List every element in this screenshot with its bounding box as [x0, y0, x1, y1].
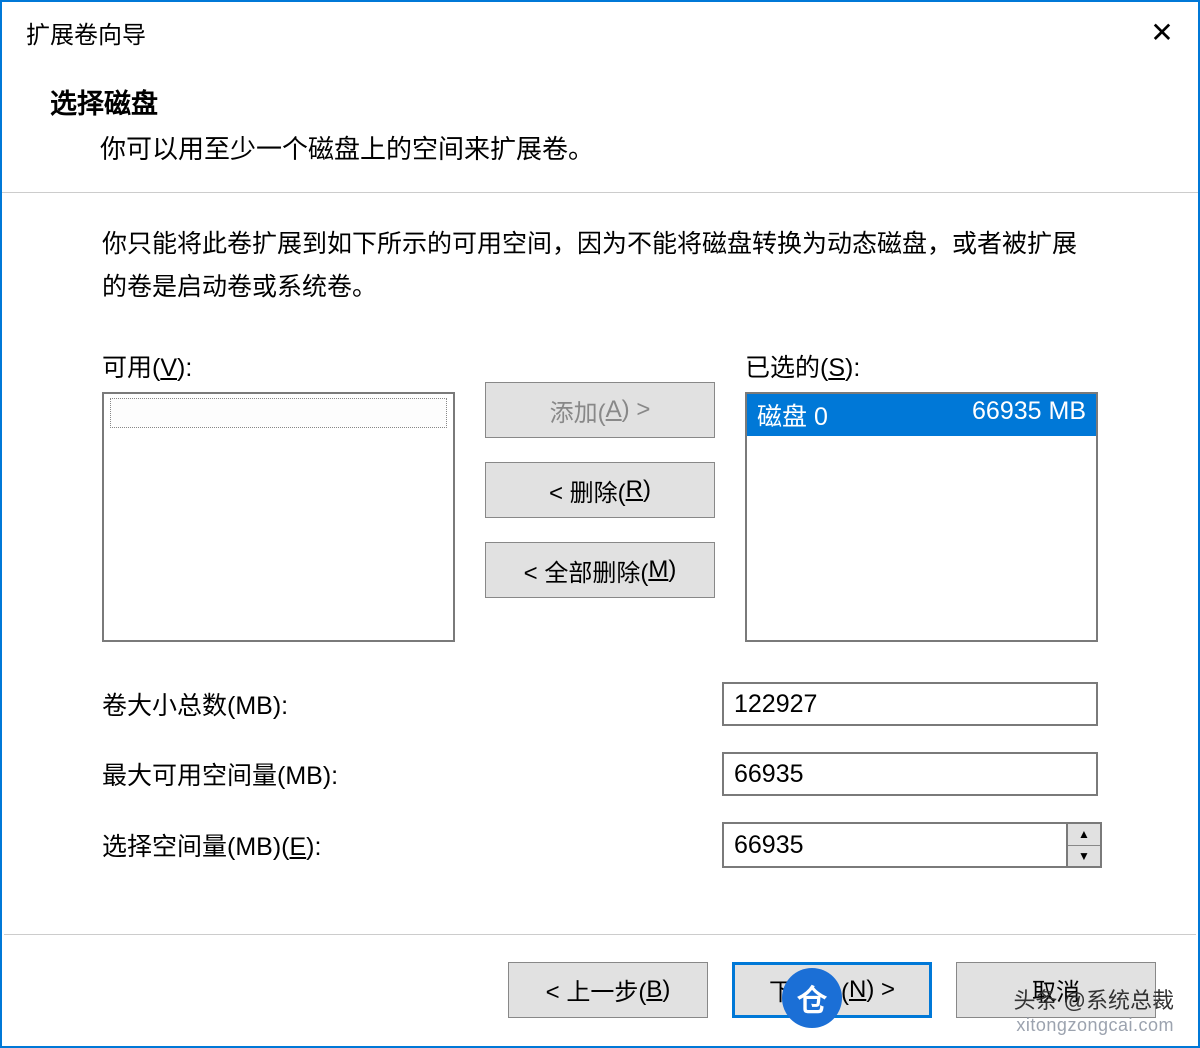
- remove-button[interactable]: < 删除(R): [485, 462, 715, 518]
- spinner-buttons: ▲ ▼: [1066, 822, 1102, 868]
- chevron-down-icon: ▼: [1078, 849, 1090, 863]
- selected-disk-item[interactable]: 磁盘 0 66935 MB: [747, 394, 1096, 436]
- available-column: 可用(V):: [102, 348, 455, 642]
- page-title: 选择磁盘: [50, 82, 1174, 121]
- back-button[interactable]: < 上一步(B): [508, 962, 708, 1018]
- transfer-buttons-column: 添加(A) > < 删除(R) < 全部删除(M): [485, 348, 715, 598]
- available-label: 可用(V):: [102, 348, 455, 384]
- max-space-label: 最大可用空间量(MB):: [102, 756, 722, 792]
- page-subtitle: 你可以用至少一个磁盘上的空间来扩展卷。: [50, 129, 1174, 166]
- select-space-label: 选择空间量(MB)(E):: [102, 827, 722, 863]
- select-space-input[interactable]: [722, 822, 1066, 868]
- total-size-label: 卷大小总数(MB):: [102, 686, 722, 722]
- select-space-row: 选择空间量(MB)(E): ▲ ▼: [102, 822, 1098, 868]
- listbox-focus-placeholder: [110, 398, 447, 428]
- titlebar: 扩展卷向导 ✕: [2, 2, 1198, 62]
- selected-listbox[interactable]: 磁盘 0 66935 MB: [745, 392, 1098, 642]
- total-size-row: 卷大小总数(MB): 122927: [102, 682, 1098, 726]
- disk-name: 磁盘 0: [757, 397, 828, 433]
- extend-volume-wizard-dialog: 扩展卷向导 ✕ 选择磁盘 你可以用至少一个磁盘上的空间来扩展卷。 你只能将此卷扩…: [0, 0, 1200, 1048]
- spinner-up-button[interactable]: ▲: [1068, 824, 1100, 846]
- next-button[interactable]: 下一步(N) >: [732, 962, 932, 1018]
- spinner-down-button[interactable]: ▼: [1068, 846, 1100, 867]
- select-space-spinner: ▲ ▼: [722, 822, 1102, 868]
- add-button[interactable]: 添加(A) >: [485, 382, 715, 438]
- cancel-button[interactable]: 取消: [956, 962, 1156, 1018]
- size-fields: 卷大小总数(MB): 122927 最大可用空间量(MB): 66935 选择空…: [102, 682, 1098, 868]
- max-space-row: 最大可用空间量(MB): 66935: [102, 752, 1098, 796]
- window-title: 扩展卷向导: [26, 15, 146, 50]
- remove-all-button[interactable]: < 全部删除(M): [485, 542, 715, 598]
- total-size-value: 122927: [722, 682, 1098, 726]
- wizard-footer: < 上一步(B) 下一步(N) > 取消: [4, 934, 1196, 1044]
- close-button[interactable]: ✕: [1138, 8, 1186, 56]
- max-space-value: 66935: [722, 752, 1098, 796]
- selected-label: 已选的(S):: [745, 348, 1098, 384]
- selected-column: 已选的(S): 磁盘 0 66935 MB: [745, 348, 1098, 642]
- available-listbox[interactable]: [102, 392, 455, 642]
- disk-lists-row: 可用(V): 添加(A) > < 删除(R) < 全部删除(M): [102, 348, 1098, 642]
- close-icon: ✕: [1150, 16, 1173, 49]
- info-text: 你只能将此卷扩展到如下所示的可用空间，因为不能将磁盘转换为动态磁盘，或者被扩展的…: [102, 223, 1098, 308]
- disk-size: 66935 MB: [972, 397, 1086, 433]
- chevron-up-icon: ▲: [1078, 827, 1090, 841]
- header-section: 选择磁盘 你可以用至少一个磁盘上的空间来扩展卷。: [2, 62, 1198, 192]
- body-section: 你只能将此卷扩展到如下所示的可用空间，因为不能将磁盘转换为动态磁盘，或者被扩展的…: [2, 193, 1198, 868]
